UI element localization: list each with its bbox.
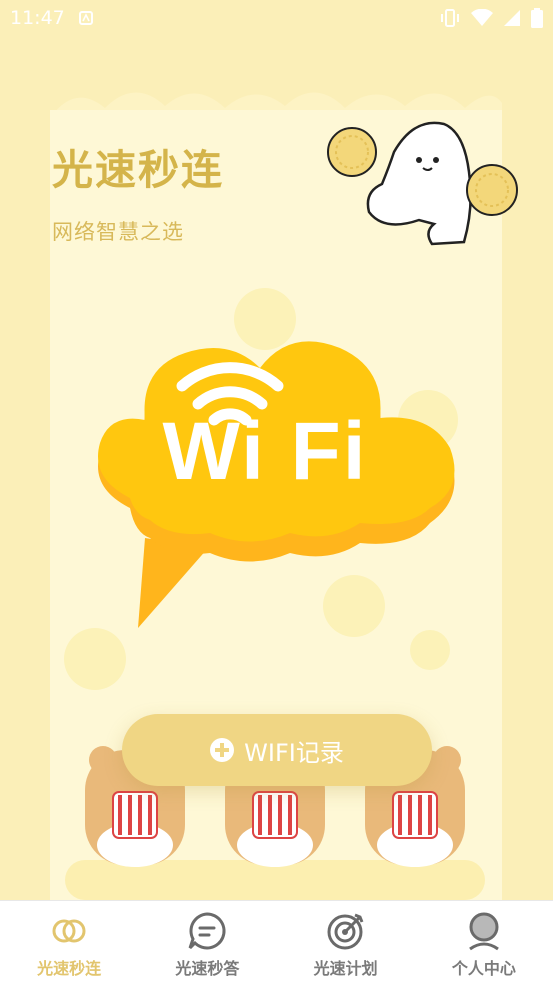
battery-icon <box>531 8 543 28</box>
pompom-left-icon <box>327 127 377 177</box>
nav-item-answer[interactable]: 光速秒答 <box>138 901 276 984</box>
wifi-record-button[interactable]: WIFI记录 <box>122 714 432 786</box>
nav-item-profile[interactable]: 个人中心 <box>415 901 553 984</box>
status-bar: 11:47 <box>0 0 553 36</box>
wifi-label: Wi Fi <box>162 406 368 497</box>
target-icon <box>326 909 366 953</box>
mascot-illustration <box>327 121 518 246</box>
vibrate-icon <box>439 8 461 28</box>
wifi-signal-icon <box>471 9 493 27</box>
app-subtitle: 网络智慧之选 <box>52 220 184 244</box>
bubble-decoration <box>64 628 126 690</box>
rings-icon <box>49 909 89 953</box>
plus-circle-icon <box>210 738 235 762</box>
nav-item-plan[interactable]: 光速计划 <box>277 901 415 984</box>
nav-label: 光速计划 <box>313 959 378 978</box>
chat-bubble-icon <box>187 909 227 953</box>
wifi-record-label: WIFI记录 <box>244 738 344 767</box>
nav-label: 个人中心 <box>451 959 516 978</box>
bottom-nav: 光速秒连 光速秒答 光速计划 个人中心 <box>0 900 553 984</box>
user-icon <box>464 909 504 953</box>
nav-label: 光速秒答 <box>175 959 240 978</box>
app-title: 光速秒连 <box>52 146 224 194</box>
pompom-right-icon <box>466 164 518 216</box>
bubble-decoration <box>410 630 450 670</box>
nav-item-connect[interactable]: 光速秒连 <box>0 901 138 984</box>
notification-a-icon <box>78 11 93 25</box>
cell-signal-icon <box>503 9 521 27</box>
nav-label: 光速秒连 <box>37 959 102 978</box>
status-left: 11:47 <box>10 7 93 29</box>
status-right <box>439 8 543 28</box>
status-time: 11:47 <box>10 7 65 29</box>
